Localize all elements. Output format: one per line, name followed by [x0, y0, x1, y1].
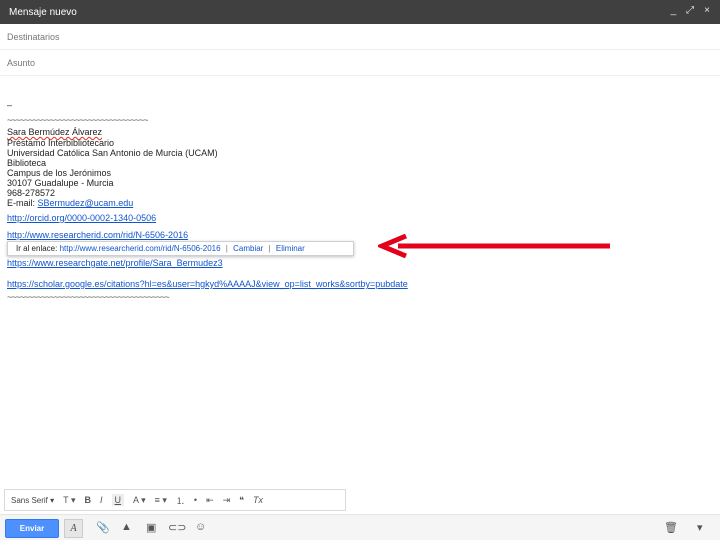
insert-link-icon[interactable]: ⊂⊃ — [168, 521, 186, 534]
link-popup-label: Ir al enlace: — [16, 244, 58, 253]
recipients-placeholder: Destinatarios — [7, 32, 60, 42]
close-icon[interactable]: × — [704, 5, 710, 16]
recipients-field[interactable]: Destinatarios — [0, 24, 720, 50]
more-options-icon[interactable]: ▾ — [697, 521, 703, 534]
researcherid-link[interactable]: http://www.researcherid.com/rid/N-6506-2… — [7, 230, 188, 240]
signature-university: Universidad Católica San Antonio de Murc… — [7, 148, 218, 158]
orcid-link[interactable]: http://orcid.org/0000-0002-1340-0506 — [7, 213, 156, 223]
formatting-toggle-icon[interactable]: A — [64, 519, 83, 538]
font-size-icon[interactable]: T ▾ — [63, 495, 75, 506]
font-family-select[interactable]: Sans Serif ▾ — [11, 496, 54, 505]
signature-campus: Campus de los Jerónimos — [7, 168, 112, 178]
drive-icon[interactable]: ▲ — [121, 521, 132, 533]
signature-role: Préstamo Interbibliotecario — [7, 138, 115, 148]
send-button[interactable]: Enviar — [5, 519, 59, 538]
indent-less-icon[interactable]: ⇤ — [206, 495, 214, 506]
link-popup-url[interactable]: http://www.researcherid.com/rid/N-6506-2… — [60, 244, 221, 253]
italic-icon[interactable]: I — [100, 495, 103, 505]
scholar-link[interactable]: https://scholar.google.es/citations?hl=e… — [7, 279, 408, 289]
signature-department: Biblioteca — [7, 158, 47, 168]
numbered-list-icon[interactable]: ⒈ — [176, 494, 185, 507]
email-link[interactable]: SBermudez@ucam.edu — [38, 198, 134, 208]
photo-icon[interactable]: ▣ — [146, 521, 156, 534]
trash-icon[interactable]: 🗑 — [664, 521, 678, 534]
signature-phone: 968-278572 — [7, 188, 56, 198]
signature-dash: – — [7, 100, 13, 110]
align-icon[interactable]: ≡ ▾ — [155, 495, 167, 506]
email-label: E-mail: — [7, 198, 36, 208]
minimize-icon[interactable]: _ — [671, 5, 677, 16]
subject-field[interactable]: Asunto — [0, 50, 720, 76]
researchgate-link[interactable]: https://www.researchgate.net/profile/Sar… — [7, 258, 223, 268]
link-change-button[interactable]: Cambiar — [233, 244, 263, 253]
bulleted-list-icon[interactable]: • — [194, 495, 197, 505]
popout-icon[interactable]: ⤢ — [686, 5, 694, 16]
signature-name: Sara Bermúdez Álvarez — [7, 127, 103, 137]
emoji-icon[interactable]: ☺ — [195, 521, 206, 533]
link-popup-separator: | — [225, 244, 228, 253]
window-title: Mensaje nuevo — [9, 7, 77, 18]
compose-bottom-bar: Enviar A 📎 ▲ ▣ ⊂⊃ ☺ 🗑 ▾ — [0, 514, 720, 540]
compose-titlebar: Mensaje nuevo _ ⤢ × — [0, 0, 720, 24]
link-remove-button[interactable]: Eliminar — [276, 244, 305, 253]
signature-postal: 30107 Guadalupe - Murcia — [7, 178, 114, 188]
link-popup: Ir al enlace: http://www.researcherid.co… — [7, 241, 354, 256]
red-arrow-annotation — [378, 234, 610, 258]
indent-more-icon[interactable]: ⇥ — [223, 495, 231, 506]
signature-tilde-bottom: ~~~~~~~~~~~~~~~~~~~~~~~~~~~~~~~~~~~~~~ — [7, 292, 170, 302]
text-color-icon[interactable]: A ▾ — [133, 495, 146, 506]
subject-placeholder: Asunto — [7, 58, 36, 68]
underline-icon[interactable]: U — [111, 494, 125, 506]
signature-tilde-top: ~~~~~~~~~~~~~~~~~~~~~~~~~~~~~~~~~ — [7, 115, 148, 125]
signature-email-line: E-mail: SBermudez@ucam.edu — [7, 198, 133, 208]
window-controls: _ ⤢ × — [671, 5, 710, 16]
formatting-toolbar: Sans Serif ▾ T ▾ B I U A ▾ ≡ ▾ ⒈ • ⇤ ⇥ ❝… — [4, 489, 346, 511]
link-popup-separator: | — [268, 244, 271, 253]
bold-icon[interactable]: B — [85, 495, 92, 505]
attach-icon[interactable]: 📎 — [96, 521, 110, 534]
clear-formatting-icon[interactable]: Tx — [253, 495, 263, 505]
quote-icon[interactable]: ❝ — [239, 495, 244, 506]
